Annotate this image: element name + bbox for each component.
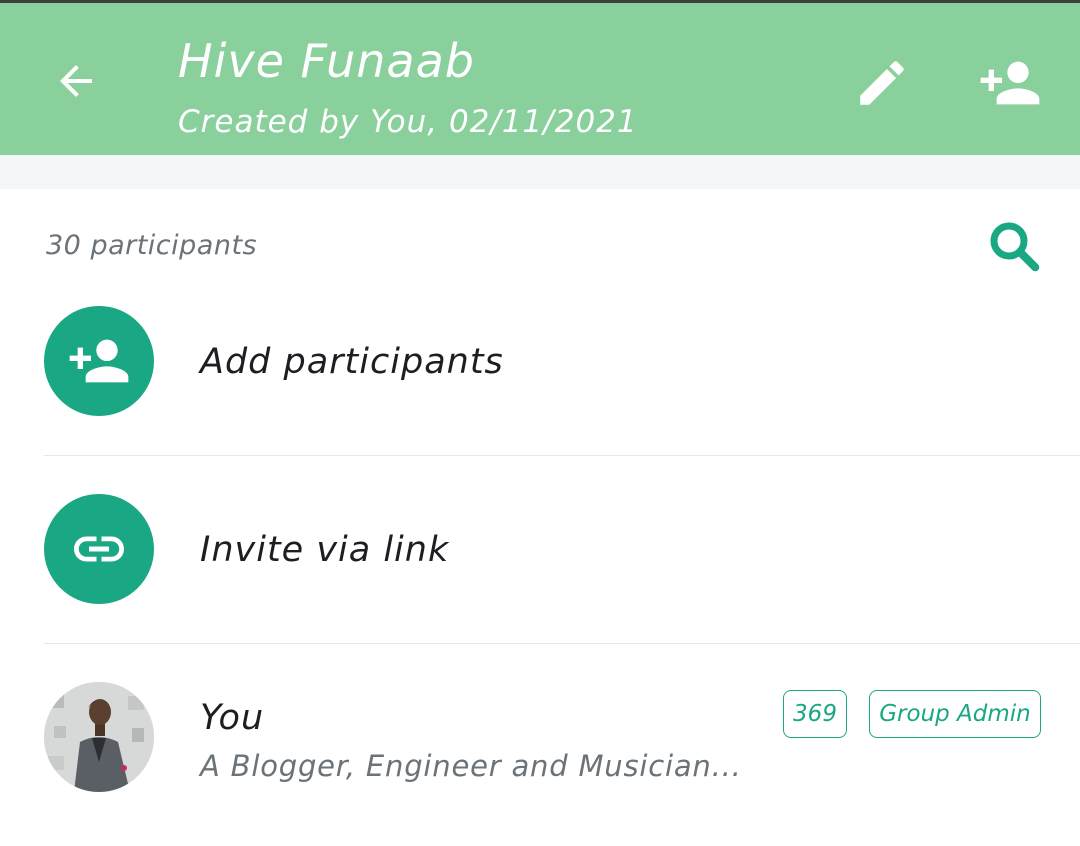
link-icon <box>74 536 124 562</box>
add-participants-avatar <box>44 306 154 416</box>
invite-link-avatar <box>44 494 154 604</box>
arrow-back-icon <box>60 65 92 97</box>
avatar <box>44 682 154 792</box>
group-admin-badge: Group Admin <box>869 690 1041 738</box>
back-button[interactable] <box>46 51 106 111</box>
search-icon <box>990 222 1040 272</box>
participant-name: You <box>200 698 265 738</box>
divider <box>44 455 1080 456</box>
add-participants-label: Add participants <box>200 342 504 382</box>
person-add-icon <box>69 339 129 383</box>
edit-button[interactable] <box>850 53 914 113</box>
person-add-icon <box>980 61 1040 105</box>
add-participant-button[interactable] <box>974 53 1046 113</box>
group-title[interactable]: Hive Funaab <box>178 33 475 89</box>
invite-via-link-row[interactable]: Invite via link <box>0 494 1080 604</box>
participants-count: 30 participants <box>46 230 258 261</box>
participant-status: A Blogger, Engineer and Musician... <box>200 749 742 783</box>
search-participants-button[interactable] <box>982 218 1046 274</box>
add-participants-row[interactable]: Add participants <box>0 306 1080 416</box>
invite-via-link-label: Invite via link <box>200 530 450 570</box>
pencil-icon <box>860 61 904 105</box>
divider <box>44 643 1080 644</box>
app-bar: Hive Funaab Created by You, 02/11/2021 <box>0 3 1080 155</box>
group-created-info: Created by You, 02/11/2021 <box>178 104 638 140</box>
count-badge: 369 <box>783 690 847 738</box>
profile-photo <box>44 682 154 792</box>
section-divider <box>0 155 1080 189</box>
participant-row[interactable]: You A Blogger, Engineer and Musician... … <box>0 682 1080 792</box>
